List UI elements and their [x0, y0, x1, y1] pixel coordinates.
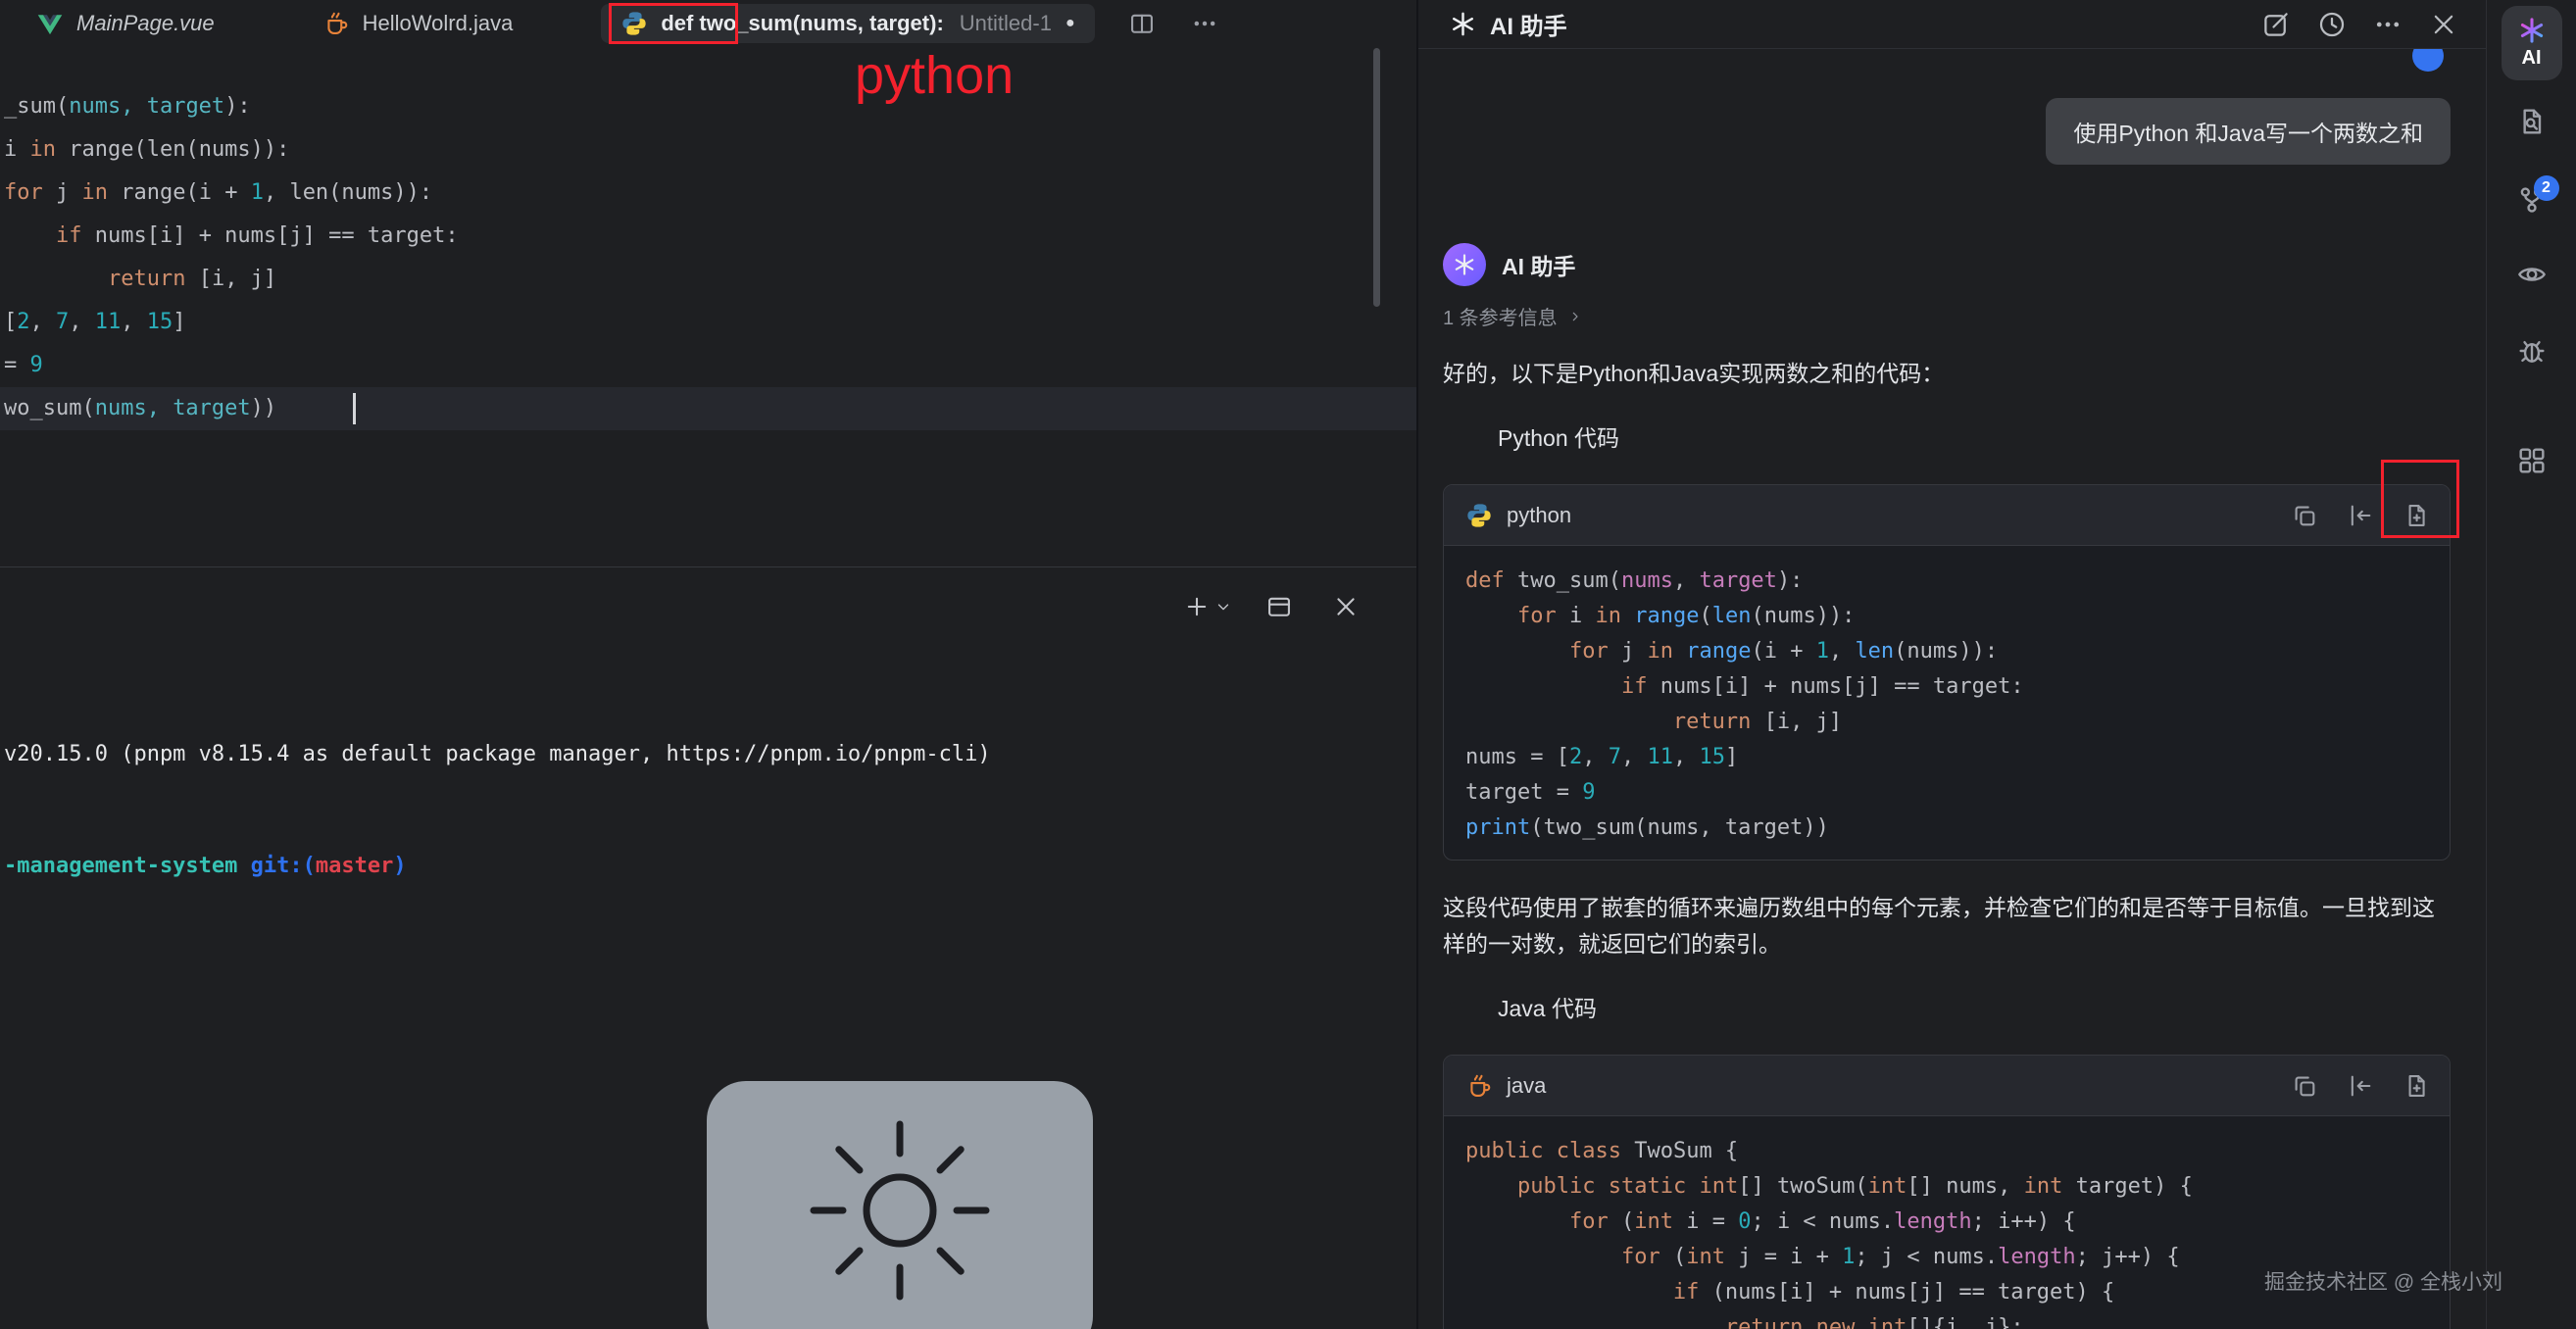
doc-search-icon	[2516, 106, 2548, 137]
sun-icon	[707, 1081, 1093, 1329]
tab-bar-actions	[1128, 10, 1218, 37]
tab-label: def two_sum(nums, target):	[661, 11, 943, 36]
close-terminal-icon[interactable]	[1332, 593, 1360, 620]
editor-tab-bar: MainPage.vue HelloWolrd.java def two_sum…	[0, 0, 1416, 46]
python-code: def two_sum(nums, target): for i in rang…	[1444, 546, 2450, 860]
user-avatar	[2412, 49, 2444, 72]
chevron-right-icon	[1567, 309, 1583, 324]
user-message-row: 使用Python 和Java写一个两数之和	[1443, 98, 2451, 165]
python-icon	[620, 10, 648, 37]
ai-assistant-activity-item[interactable]: AI	[2502, 6, 2562, 80]
code-language-label: java	[1507, 1073, 1546, 1099]
documentation-activity-item[interactable]	[2516, 106, 2548, 137]
create-new-file-icon[interactable]	[2403, 502, 2430, 529]
reference-label: 1 条参考信息	[1443, 302, 1558, 330]
more-options-icon[interactable]	[2373, 10, 2403, 39]
dashboard-activity-item[interactable]	[2516, 445, 2548, 476]
create-new-file-icon[interactable]	[2403, 1072, 2430, 1100]
new-terminal-icon[interactable]	[1183, 593, 1211, 620]
copy-code-icon[interactable]	[2291, 502, 2318, 529]
watermark: 掘金技术社区 @ 全栈小刘	[2264, 1266, 2502, 1296]
ai-avatar	[1443, 243, 1486, 286]
ai-panel-header: AI 助手	[1418, 0, 2486, 49]
python-icon	[1465, 502, 1493, 529]
eye-icon	[2516, 259, 2548, 290]
annotation-text-python: python	[855, 45, 1014, 106]
java-code: public class TwoSum { public static int[…	[1444, 1116, 2450, 1329]
ai-logo-icon	[1450, 11, 1476, 37]
user-message-bubble: 使用Python 和Java写一个两数之和	[2046, 98, 2451, 165]
java-code-block-header: java	[1444, 1056, 2450, 1116]
editor-region: MainPage.vue HelloWolrd.java def two_sum…	[0, 0, 1416, 1329]
terminal-dir: -management-system	[4, 854, 237, 878]
ai-name: AI 助手	[1502, 248, 1575, 281]
insert-at-caret-icon[interactable]	[2347, 502, 2374, 529]
snowflake-icon	[1453, 253, 1476, 276]
source-control-badge: 2	[2534, 175, 2559, 201]
terminal-git-branch: master	[316, 854, 393, 878]
right-activity-bar: AI 2	[2486, 0, 2576, 1329]
more-actions-icon[interactable]	[1191, 10, 1218, 37]
python-code-block-header: python	[1444, 485, 2450, 546]
ide-window: MainPage.vue HelloWolrd.java def two_sum…	[0, 0, 2576, 1329]
ai-intro-text: 好的，以下是Python和Java实现两数之和的代码：	[1443, 356, 2451, 392]
reference-info-toggle[interactable]: 1 条参考信息	[1443, 302, 2451, 330]
terminal-git-prefix: git:(	[237, 854, 315, 878]
close-panel-icon[interactable]	[2429, 10, 2458, 39]
code-block-actions	[2291, 1072, 2430, 1100]
copy-code-icon[interactable]	[2291, 1072, 2318, 1100]
new-chat-icon[interactable]	[2261, 10, 2291, 39]
split-editor-icon[interactable]	[1128, 10, 1156, 37]
java-icon	[1465, 1072, 1493, 1100]
ai-message-header: AI 助手	[1443, 243, 2451, 286]
terminal-output: v20.15.0 (pnpm v8.15.4 as default packag…	[0, 567, 1416, 960]
terminal-git-suffix: )	[393, 854, 406, 878]
code-editor[interactable]: _sum(nums, target):i in range(len(nums))…	[0, 46, 1416, 566]
bug-icon	[2516, 335, 2548, 367]
tab-mainpage-vue[interactable]: MainPage.vue	[17, 4, 234, 43]
tab-secondary-label: Untitled-1	[960, 11, 1052, 36]
debug-activity-item[interactable]	[2516, 335, 2548, 367]
python-code-block: python def two_sum(nums, target): for i …	[1443, 484, 2451, 861]
ai-assistant-panel: AI 助手 使用Python 和Java写一个两数之和 AI 助手 1 条参考信…	[1416, 0, 2486, 1329]
ai-activity-label: AI	[2522, 47, 2542, 70]
ai-panel-title: AI 助手	[1490, 7, 1567, 41]
tab-label: MainPage.vue	[76, 11, 215, 36]
preview-activity-item[interactable]	[2516, 259, 2548, 290]
java-code-heading: Java 代码	[1443, 990, 2451, 1023]
grid-icon	[2516, 445, 2548, 476]
source-control-activity-item[interactable]: 2	[2516, 184, 2548, 216]
ai-explanation-text: 这段代码使用了嵌套的循环来遍历数组中的每个元素，并检查它们的和是否等于目标值。一…	[1443, 890, 2451, 962]
text-cursor	[353, 393, 356, 424]
java-icon	[322, 10, 350, 37]
chat-scroll-area[interactable]: 使用Python 和Java写一个两数之和 AI 助手 1 条参考信息 好的，以…	[1418, 49, 2486, 1329]
history-icon[interactable]	[2317, 10, 2347, 39]
python-code-heading: Python 代码	[1443, 419, 2451, 453]
modified-dot: ●	[1065, 15, 1075, 32]
theme-toggle-image	[707, 1081, 1093, 1329]
tab-label: HelloWolrd.java	[363, 11, 514, 36]
terminal-prompt-line: -management-system git:(master)	[4, 848, 1416, 885]
code-language-label: python	[1507, 503, 1571, 528]
tab-untitled-python[interactable]: def two_sum(nums, target): Untitled-1 ●	[601, 4, 1094, 43]
ai-gradient-snowflake-icon	[2518, 17, 2546, 44]
terminal-controls	[1183, 593, 1360, 620]
terminal-line: v20.15.0 (pnpm v8.15.4 as default packag…	[4, 736, 1416, 773]
vue-icon	[36, 10, 64, 37]
terminal-dropdown-icon[interactable]	[1214, 598, 1232, 615]
code-block-actions	[2291, 502, 2430, 529]
editor-scrollbar[interactable]	[1373, 48, 1380, 307]
ai-header-actions	[2261, 10, 2458, 39]
tab-helloworld-java[interactable]: HelloWolrd.java	[303, 4, 533, 43]
insert-at-caret-icon[interactable]	[2347, 1072, 2374, 1100]
split-terminal-icon[interactable]	[1265, 593, 1293, 620]
